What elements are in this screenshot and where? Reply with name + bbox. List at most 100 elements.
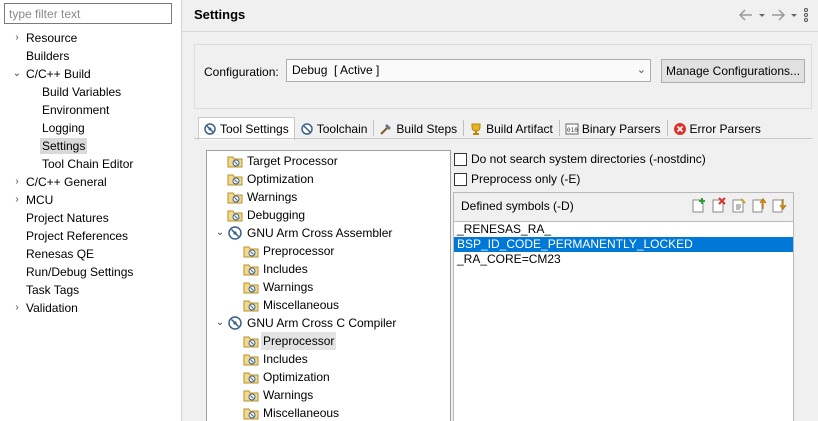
chevron-right-icon[interactable]: › [11,299,23,317]
tool-option-folder-icon [243,387,259,403]
nav-item-label: Resource [26,31,78,45]
tree-group[interactable]: ⌄ GNU Arm Cross Assembler [213,224,393,242]
tab-error-parsers[interactable]: Error Parsers [668,117,767,139]
tree-group[interactable]: ⌄ GNU Arm Cross C Compiler [213,314,397,332]
manage-configurations-button[interactable]: Manage Configurations... [661,59,805,83]
nav-item-mcu[interactable]: › MCU [15,191,54,209]
tab-label: Build Artifact [486,121,553,136]
nostdinc-checkbox[interactable]: Do not search system directories (-nostd… [454,151,706,167]
chevron-right-icon[interactable]: › [11,173,23,191]
binary-parsers-icon: 010 [565,123,579,134]
nav-item-logging[interactable]: Logging [42,119,85,137]
nav-item-validation[interactable]: › Validation [15,299,78,317]
nav-item-builders[interactable]: Builders [26,47,69,65]
tree-item[interactable]: Preprocessor [243,242,334,260]
tree-item-label: Warnings [263,280,314,294]
forward-menu-icon[interactable] [790,8,798,22]
tree-item[interactable]: Warnings [243,278,313,296]
nav-item-run-debug-settings[interactable]: Run/Debug Settings [26,263,133,281]
tree-item[interactable]: Preprocessor [243,332,337,350]
preferences-nav: ›Resource Builders ⌄C/C++ Build Build Va… [0,0,181,421]
tab-build-artifact[interactable]: Build Artifact [464,117,559,139]
delete-icon[interactable] [711,197,727,213]
nav-item-settings[interactable]: Settings [40,137,88,155]
move-down-icon[interactable] [771,197,787,213]
nav-item-label: Settings [40,138,88,154]
defined-symbols-header: Defined symbols (-D) [461,199,574,213]
symbol-item[interactable]: _RA_CORE=CM23 [454,252,793,267]
tree-item[interactable]: Optimization [227,170,314,188]
nav-item-cpp-general[interactable]: › C/C++ General [15,173,106,191]
nav-item-renesas-qe[interactable]: Renesas QE [26,245,94,263]
tab-build-steps[interactable]: Build Steps [374,117,463,139]
tree-item[interactable]: Warnings [243,386,313,404]
chevron-down-icon[interactable]: ⌄ [213,224,227,242]
preprocess-only-checkbox[interactable]: Preprocess only (-E) [454,171,580,187]
move-up-icon[interactable] [751,197,767,213]
settings-tabs: Tool Settings Toolchain Build Steps Buil… [198,117,767,140]
tool-option-folder-icon [243,351,259,367]
tab-toolchain[interactable]: Toolchain [295,117,374,139]
build-artifact-icon [471,123,481,135]
nav-item-label: MCU [26,193,54,207]
tree-item[interactable]: Includes [243,350,308,368]
filter-input[interactable] [4,3,172,24]
tree-item[interactable]: Warnings [227,188,297,206]
chevron-right-icon[interactable]: › [11,191,23,209]
tree-item[interactable]: Miscellaneous [243,404,339,421]
tree-item-label: Warnings [263,388,314,402]
tree-item-label: Miscellaneous [263,298,340,312]
tree-item[interactable]: Target Processor [227,152,338,170]
view-menu-icon[interactable] [802,7,810,23]
tree-item-label: Debugging [247,208,306,222]
nav-item-environment[interactable]: Environment [42,101,109,119]
tool-settings-icon [204,123,216,135]
svg-text:010: 010 [567,127,578,134]
nav-item-label: Renesas QE [26,247,95,261]
chevron-down-icon: ⌄ [636,64,646,76]
symbol-item-selected[interactable]: BSP_ID_CODE_PERMANENTLY_LOCKED [454,237,793,252]
nav-item-resource[interactable]: › Resource [15,29,78,47]
add-icon[interactable] [691,197,707,213]
settings-page: Settings Configuration: Debug [ Active ]… [182,0,818,421]
symbol-item[interactable]: _RENESAS_RA_ [454,222,793,237]
tree-item[interactable]: Miscellaneous [243,296,339,314]
nav-item-label: Builders [26,49,70,63]
tab-label: Error Parsers [689,121,761,136]
tree-item[interactable]: Debugging [227,206,305,224]
forward-arrow-icon[interactable] [770,8,786,22]
back-arrow-icon[interactable] [738,8,754,22]
nav-item-tool-chain-editor[interactable]: Tool Chain Editor [42,155,133,173]
nav-item-task-tags[interactable]: Task Tags [26,281,79,299]
nav-item-label: Run/Debug Settings [26,265,134,279]
nav-item-cpp-build[interactable]: ⌄ C/C++ Build [13,65,91,83]
tool-option-folder-icon [243,279,259,295]
tree-item[interactable]: Optimization [243,368,330,386]
tree-item[interactable]: Includes [243,260,308,278]
tab-tool-settings[interactable]: Tool Settings [198,117,295,140]
tree-item-label: Miscellaneous [263,406,340,420]
configuration-select[interactable]: Debug [ Active ] ⌄ [286,59,651,82]
nav-item-project-references[interactable]: Project References [26,227,128,245]
nav-item-build-variables[interactable]: Build Variables [42,83,121,101]
nav-item-project-natures[interactable]: Project Natures [26,209,109,227]
edit-icon[interactable] [731,197,747,213]
error-parsers-icon [673,122,686,135]
tree-item-label: Optimization [263,370,330,384]
tree-item-label: Target Processor [247,154,338,168]
tab-bar-border [194,138,812,139]
checkbox-box[interactable] [454,172,467,186]
nostdinc-label: Do not search system directories (-nostd… [471,152,706,166]
chevron-down-icon[interactable]: ⌄ [213,314,227,332]
configuration-value: Debug [ Active ] [292,63,380,77]
tab-binary-parsers[interactable]: 010 Binary Parsers [560,117,667,139]
back-menu-icon[interactable] [758,8,766,22]
defined-symbols-list[interactable]: _RENESAS_RA_ BSP_ID_CODE_PERMANENTLY_LOC… [454,221,793,421]
chevron-right-icon[interactable]: › [11,29,23,47]
tree-item-label: Preprocessor [263,244,335,258]
tree-item-label: Preprocessor [261,332,337,350]
chevron-down-icon[interactable]: ⌄ [11,65,23,83]
checkbox-box[interactable] [454,152,467,166]
tab-label: Tool Settings [220,122,289,136]
tree-item-label: Optimization [247,172,314,186]
